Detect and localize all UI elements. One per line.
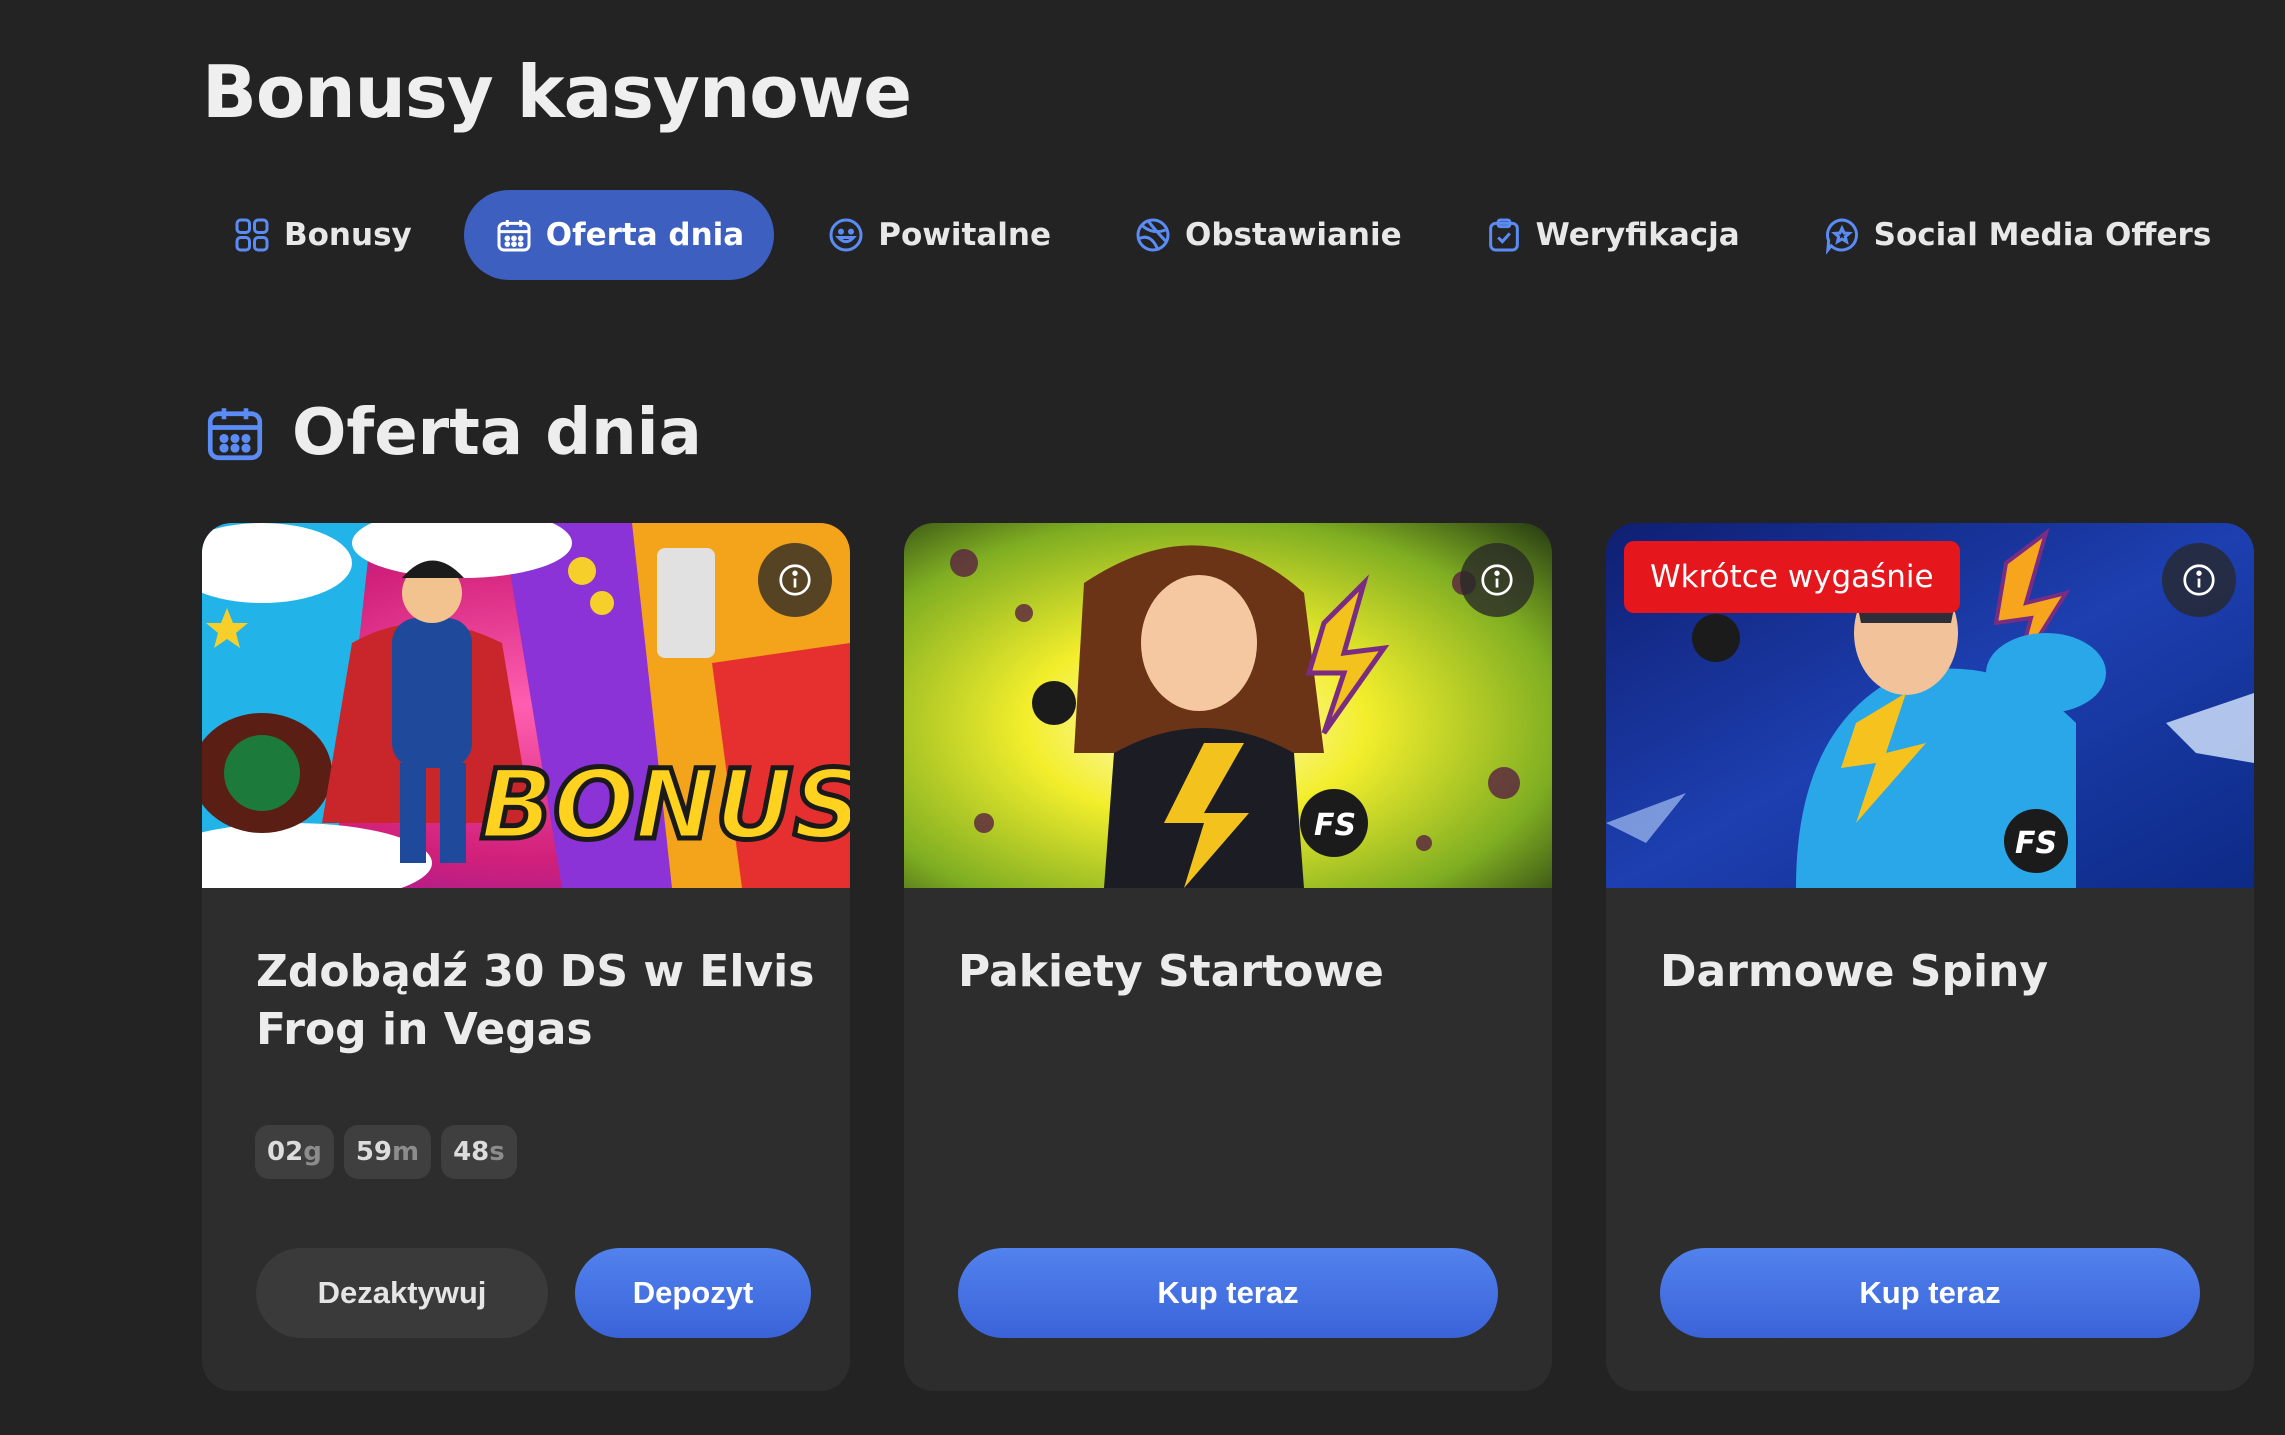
page-title: Bonusy kasynowe <box>202 50 912 134</box>
fs-art-text: FS <box>2015 826 2057 861</box>
clipboard-check-icon <box>1484 215 1524 255</box>
calendar-icon <box>202 400 268 466</box>
star-badge-icon <box>1822 215 1862 255</box>
section-heading: Oferta dnia <box>202 396 702 470</box>
tab-weryfikacja[interactable]: Weryfikacja <box>1454 190 1770 280</box>
tab-label: Powitalne <box>878 217 1051 253</box>
deposit-button[interactable]: Depozyt <box>575 1248 811 1338</box>
fs-art-text: FS <box>1314 808 1356 843</box>
bonus-art-text: BONUS <box>480 749 850 861</box>
offer-image-starter: FS <box>904 523 1552 888</box>
tab-bonusy[interactable]: Bonusy <box>202 190 442 280</box>
section-title: Oferta dnia <box>292 396 702 470</box>
timer-value: 48 <box>453 1137 490 1167</box>
offer-title: Pakiety Startowe <box>958 946 1384 997</box>
timer-unit: g <box>303 1137 322 1167</box>
buy-now-button[interactable]: Kup teraz <box>1660 1248 2200 1338</box>
offer-card: FS Pakiety Startowe Kup teraz <box>904 523 1552 1391</box>
info-icon <box>1481 564 1513 596</box>
tab-label: Social Media Offers <box>1873 217 2212 253</box>
tab-powitalne[interactable]: Powitalne <box>796 190 1081 280</box>
deactivate-button[interactable]: Dezaktywuj <box>256 1248 548 1338</box>
offer-cards: BONUS Zdobądź 30 DS w Elvis Frog in Vega… <box>202 523 2285 1391</box>
timer-unit: m <box>392 1137 420 1167</box>
tab-social-media-offers[interactable]: Social Media Offers <box>1792 190 2242 280</box>
offer-image-bonus: BONUS <box>202 523 850 888</box>
tab-label: Obstawianie <box>1184 217 1402 253</box>
offer-image-free-spins: FS Wkrótce wygaśnie <box>1606 523 2254 888</box>
offer-title: Darmowe Spiny <box>1660 946 2049 997</box>
tab-label: Bonusy <box>284 217 412 253</box>
info-button[interactable] <box>1460 543 1534 617</box>
offer-card: BONUS Zdobądź 30 DS w Elvis Frog in Vega… <box>202 523 850 1391</box>
info-button[interactable] <box>758 543 832 617</box>
info-icon <box>779 564 811 596</box>
timer-days: 02 g <box>255 1125 334 1179</box>
ball-icon <box>1133 215 1173 255</box>
timer-unit: s <box>489 1137 505 1167</box>
bonus-tabs: Bonusy Oferta dnia Powitalne Obstawianie… <box>202 190 2263 280</box>
expiring-soon-badge: Wkrótce wygaśnie <box>1624 541 1960 613</box>
tab-label: Oferta dnia <box>545 217 745 253</box>
info-button[interactable] <box>2162 543 2236 617</box>
timer-value: 59 <box>355 1137 392 1167</box>
countdown-timer: 02 g 59 m 48 s <box>255 1125 527 1179</box>
grid-icon <box>232 215 272 255</box>
timer-value: 02 <box>267 1137 304 1167</box>
tab-obstawianie[interactable]: Obstawianie <box>1103 190 1432 280</box>
info-icon <box>2183 564 2215 596</box>
page: Bonusy kasynowe Bonusy Oferta dnia Powit… <box>0 0 2285 1435</box>
tab-label: Weryfikacja <box>1535 217 1740 253</box>
offer-title: Zdobądź 30 DS w Elvis Frog in Vegas <box>256 946 815 1055</box>
calendar-icon <box>494 215 534 255</box>
buy-now-button[interactable]: Kup teraz <box>958 1248 1498 1338</box>
timer-minutes: 59 m <box>343 1125 432 1179</box>
tab-oferta-dnia[interactable]: Oferta dnia <box>463 190 775 280</box>
smiley-icon <box>826 215 866 255</box>
offer-card: FS Wkrótce wygaśnie Darmowe Spiny Kup te… <box>1606 523 2254 1391</box>
timer-seconds: 48 s <box>441 1125 517 1179</box>
